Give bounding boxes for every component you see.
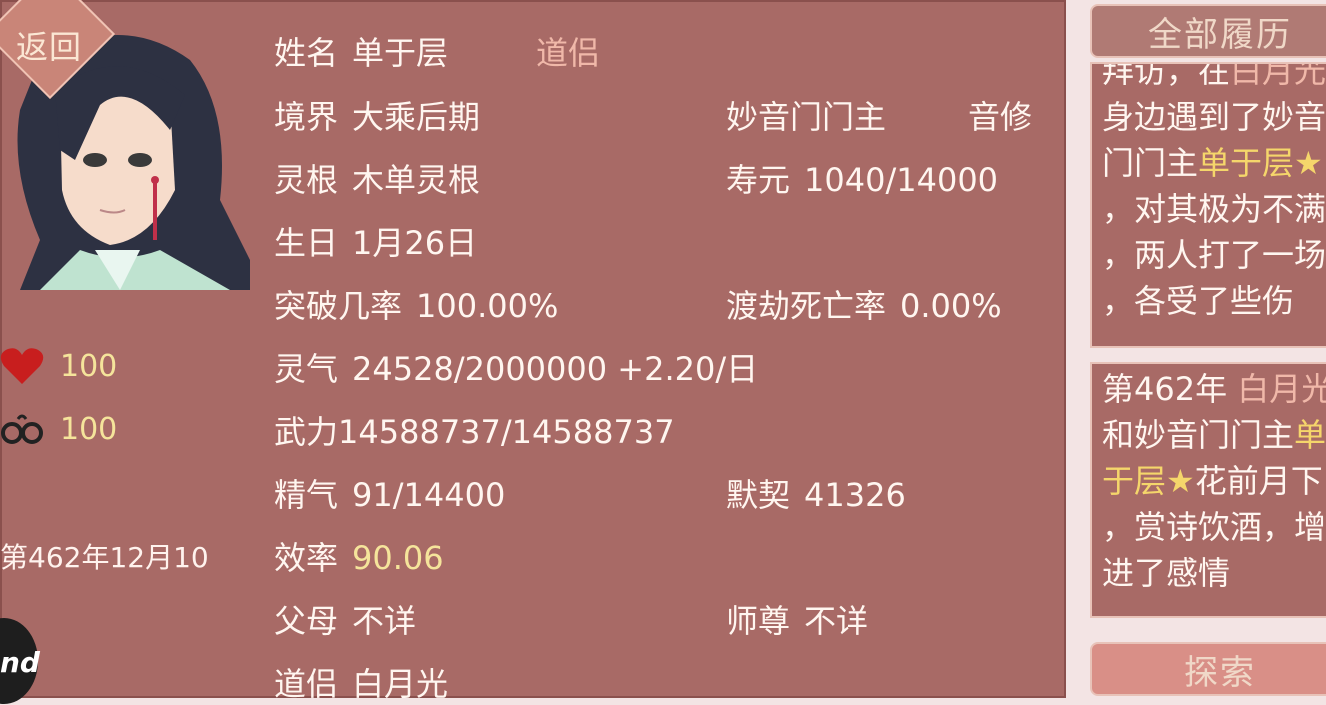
history-1-line5: ，两人打了一场 [1102, 236, 1326, 274]
master-field: 师尊 不详 [726, 596, 868, 642]
history-2-line4: ，赏诗饮酒，增 [1102, 508, 1326, 546]
master-label: 师尊 [726, 602, 791, 640]
divider [1066, 0, 1090, 698]
partner-value: 白月光 [352, 665, 449, 703]
qi-label: 灵气 [274, 350, 339, 388]
corner-logo-text: nd [0, 646, 40, 679]
bond-field: 默契 41326 [726, 470, 906, 516]
name-value: 单于层 [352, 34, 449, 72]
bond-label: 默契 [726, 476, 791, 514]
birthday-value: 1月26日 [352, 224, 478, 262]
tribulation-field: 渡劫死亡率 0.00% [726, 281, 1002, 327]
history-1-line3: 门门主单于层★ [1102, 144, 1323, 182]
realm-value: 大乘后期 [352, 98, 481, 136]
efficiency-label: 效率 [274, 539, 339, 577]
breakthrough-value: 100.00% [416, 287, 559, 325]
realm-label: 境界 [274, 98, 339, 136]
history-entry-1: 拜访，在白月光 身边遇到了妙音 门门主单于层★ ，对其极为不满 ，两人打了一场 … [1090, 62, 1326, 348]
force-value: 14588737/14588737 [338, 413, 675, 451]
root-field: 灵根 木单灵根 [274, 155, 480, 201]
history-1-line2: 身边遇到了妙音 [1102, 98, 1326, 136]
name-field: 姓名 单于层 [274, 28, 448, 74]
relation-tag: 道侣 [536, 34, 601, 72]
partner-label: 道侣 [274, 665, 339, 703]
cultivation-type: 音修 [968, 98, 1033, 136]
history-2-line2: 和妙音门门主单 [1102, 416, 1326, 454]
tribulation-label: 渡劫死亡率 [726, 287, 887, 325]
essence-value: 91/14400 [352, 476, 506, 514]
character-info-panel: 返回 100 100 第462年12月10 nd 姓名 单于层 道侣 境界 大乘后期… [0, 0, 1066, 704]
history-2-line3: 于层★花前月下 [1102, 462, 1323, 500]
bond-value: 41326 [804, 476, 906, 514]
health-stat: 100 [0, 344, 117, 388]
history-2-line5: 进了感情 [1102, 554, 1231, 592]
back-button-label[interactable]: 返回 [16, 22, 82, 68]
birthday-label: 生日 [274, 224, 339, 262]
all-history-button[interactable]: 全部履历 [1090, 4, 1326, 58]
birthday-field: 生日 1月26日 [274, 218, 477, 264]
history-entry-2: 第462年 白月光 和妙音门门主单 于层★花前月下 ，赏诗饮酒，增 进了感情 [1090, 362, 1326, 618]
master-value: 不详 [804, 602, 869, 640]
qi-field: 灵气 24528/2000000 +2.20/日 [274, 344, 758, 390]
explore-button[interactable]: 探索 [1090, 642, 1326, 696]
history-1-line6: ，各受了些伤 [1102, 282, 1295, 320]
history-2-line1: 第462年 白月光 [1102, 370, 1326, 408]
root-value: 木单灵根 [352, 161, 481, 199]
shackle-value: 100 [60, 411, 118, 447]
qi-value: 24528/2000000 +2.20/日 [352, 350, 759, 388]
lifespan-field: 寿元 1040/14000 [726, 155, 998, 201]
history-1-line1: 拜访，在白月光 [1102, 62, 1326, 90]
realm-field: 境界 大乘后期 [274, 92, 480, 138]
efficiency-field: 效率 90.06 [274, 533, 444, 579]
handcuffs-icon [0, 407, 44, 451]
efficiency-value: 90.06 [352, 539, 444, 577]
breakthrough-label: 突破几率 [274, 287, 403, 325]
essence-field: 精气 91/14400 [274, 470, 505, 516]
history-1-line4: ，对其极为不满 [1102, 190, 1326, 228]
current-date: 第462年12月10 [0, 541, 209, 574]
health-value: 100 [60, 348, 118, 384]
shackle-stat: 100 [0, 407, 117, 451]
lifespan-label: 寿元 [726, 161, 791, 199]
force-field: 武力14588737/14588737 [274, 407, 675, 453]
breakthrough-field: 突破几率 100.00% [274, 281, 558, 327]
lifespan-value: 1040/14000 [804, 161, 999, 199]
essence-label: 精气 [274, 476, 339, 514]
parents-label: 父母 [274, 602, 339, 640]
name-label: 姓名 [274, 34, 339, 72]
force-label: 武力 [274, 413, 339, 451]
corner-logo-icon: nd [0, 618, 40, 704]
root-label: 灵根 [274, 161, 339, 199]
heart-icon [0, 344, 44, 388]
parents-field: 父母 不详 [274, 596, 416, 642]
parents-value: 不详 [352, 602, 417, 640]
partner-field: 道侣 白月光 [274, 659, 448, 705]
sect-title: 妙音门门主 [726, 98, 887, 136]
tribulation-value: 0.00% [900, 287, 1002, 325]
